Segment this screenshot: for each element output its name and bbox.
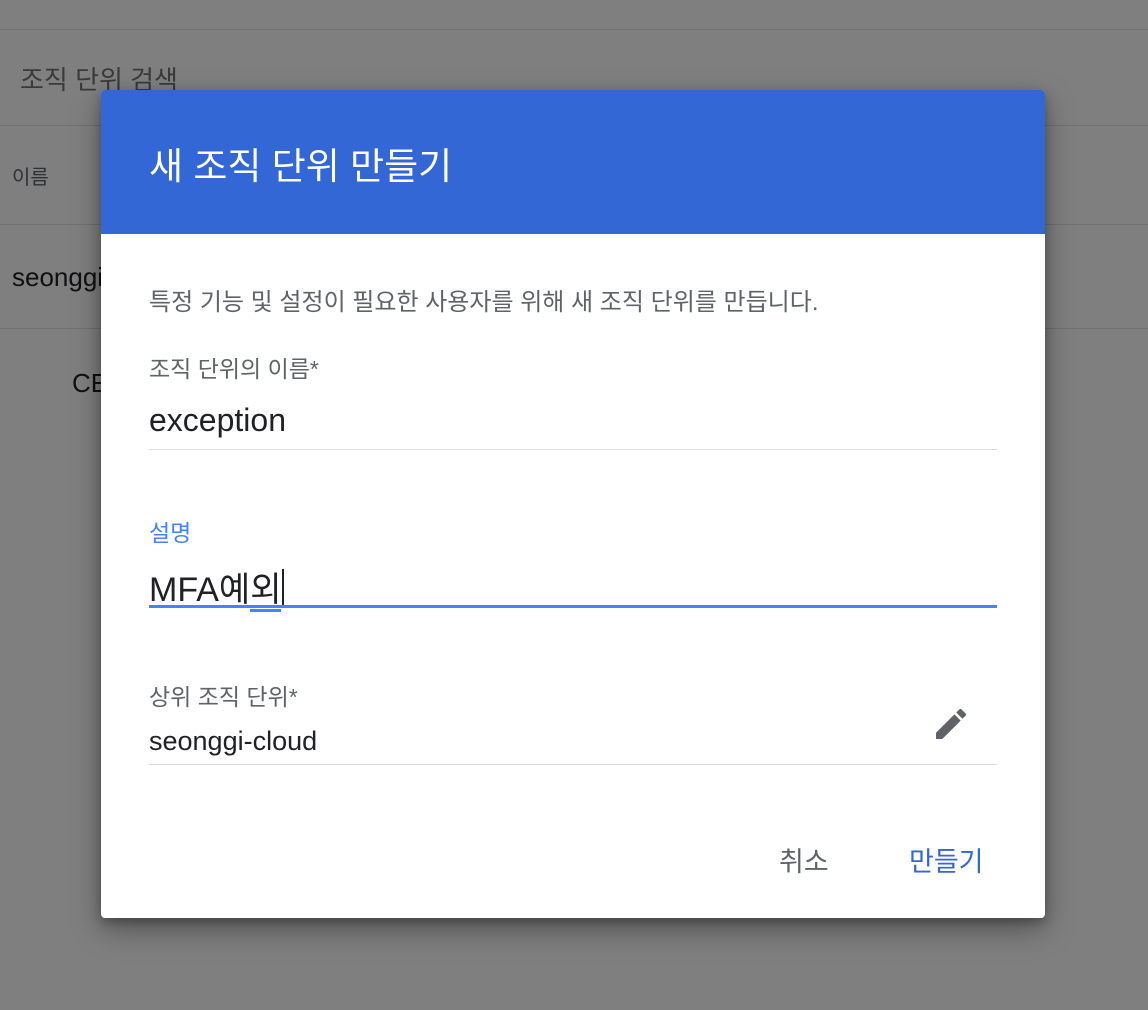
description-field[interactable]: 설명 MFA예외 (149, 512, 997, 612)
parent-org-unit-value: seonggi-cloud (149, 726, 318, 756)
parent-org-unit-field[interactable]: 상위 조직 단위* seonggi-cloud (149, 676, 997, 766)
org-unit-name-field[interactable]: 조직 단위의 이름* exception (149, 348, 997, 452)
pencil-edit-icon[interactable] (931, 704, 971, 744)
create-org-unit-dialog: 새 조직 단위 만들기 특정 기능 및 설정이 필요한 사용자를 위해 새 조직… (101, 90, 1045, 918)
parent-org-unit-label: 상위 조직 단위* (149, 684, 298, 710)
cancel-button[interactable]: 취소 (769, 834, 839, 885)
description-text: MFA예 (149, 571, 251, 609)
create-button[interactable]: 만들기 (899, 834, 994, 885)
dialog-title: 새 조직 단위 만들기 (149, 146, 453, 187)
page: 조직 단위 검색 이름 seonggi CE 새 조직 단위 만들기 특정 기능… (0, 0, 1148, 1010)
description-underline (149, 605, 997, 608)
text-caret (282, 569, 285, 605)
org-unit-name-label: 조직 단위의 이름* (149, 356, 319, 382)
description-label: 설명 (149, 520, 192, 546)
dialog-header: 새 조직 단위 만들기 (101, 90, 1045, 234)
parent-org-unit-underline (149, 764, 997, 765)
description-input[interactable]: MFA예외 (149, 562, 285, 612)
dialog-description: 특정 기능 및 설정이 필요한 사용자를 위해 새 조직 단위를 만듭니다. (149, 289, 819, 316)
org-unit-name-input[interactable]: exception (149, 402, 286, 439)
org-unit-name-underline (149, 449, 997, 450)
